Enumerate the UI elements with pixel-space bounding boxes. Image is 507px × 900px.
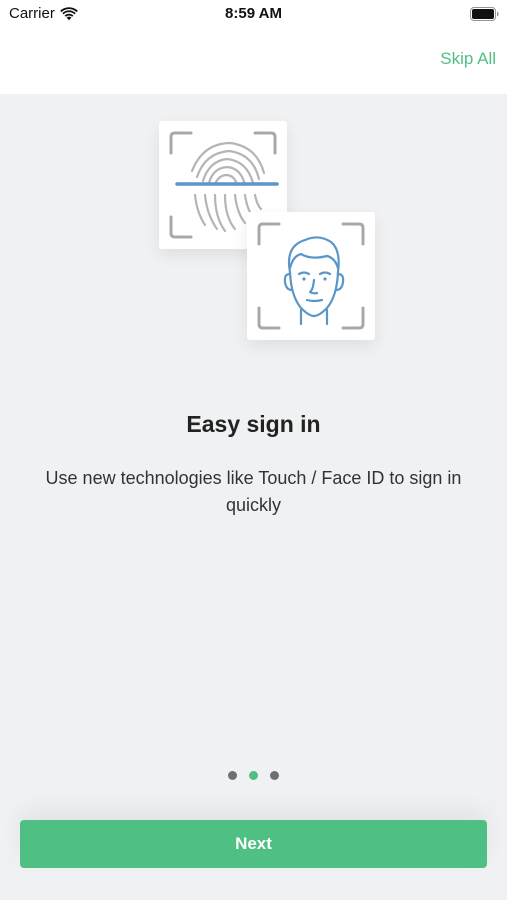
- battery-icon: [470, 7, 499, 21]
- page-description: Use new technologies like Touch / Face I…: [45, 468, 462, 515]
- onboarding-illustration: [158, 120, 378, 345]
- face-id-icon: [257, 222, 365, 330]
- face-id-card: [247, 212, 375, 340]
- status-bar: Carrier 8:59 AM: [0, 0, 507, 28]
- status-time: 8:59 AM: [225, 5, 282, 22]
- page-dot-2[interactable]: [249, 771, 258, 780]
- page-dot-3[interactable]: [270, 771, 279, 780]
- page-indicator[interactable]: [0, 771, 507, 780]
- page-dot-1[interactable]: [228, 771, 237, 780]
- page-title: Easy sign in: [186, 411, 321, 437]
- next-button[interactable]: Next: [20, 820, 487, 868]
- top-bar: Carrier 8:59 AM Skip All: [0, 0, 507, 94]
- skip-all-button[interactable]: Skip All: [440, 49, 496, 69]
